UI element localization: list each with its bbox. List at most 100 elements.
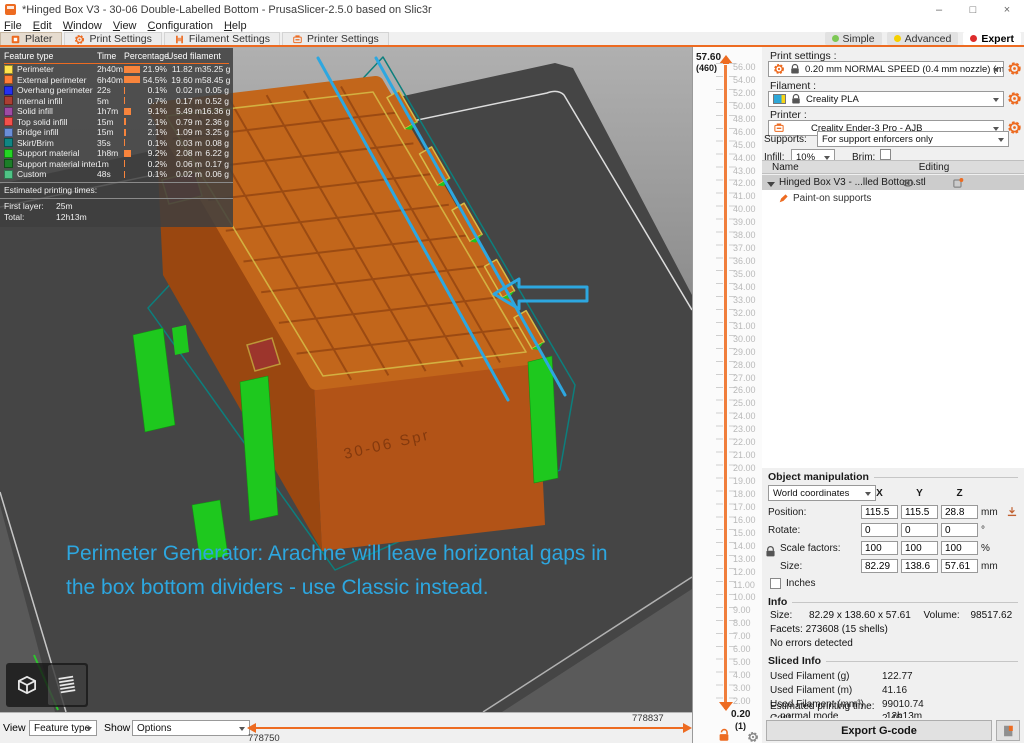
- tab-filament-settings[interactable]: Filament Settings: [164, 32, 280, 45]
- object-list-header: Name Editing: [762, 160, 1024, 174]
- export-sd-button[interactable]: [996, 720, 1020, 741]
- layer-slider-bottom-layer: (1): [735, 721, 746, 731]
- tab-print-settings[interactable]: Print Settings: [64, 32, 161, 45]
- position-y-input[interactable]: [901, 505, 938, 519]
- layer-tick: 12.00: [733, 566, 756, 579]
- move-slider-right-handle[interactable]: [683, 723, 692, 733]
- mode-button[interactable]: Expert: [963, 32, 1021, 45]
- close-button[interactable]: ×: [990, 0, 1024, 19]
- print-settings-combo[interactable]: 0.20 mm NORMAL SPEED (0.4 mm nozzle) (mo…: [768, 61, 1004, 77]
- rotate-z-input[interactable]: [941, 523, 978, 537]
- legend-header: Feature type Time Percentage Used filame…: [4, 51, 229, 64]
- percentage-bar: [124, 87, 125, 94]
- layer-tick: 48.00: [733, 113, 756, 126]
- menu-bar: File Edit Window View Configuration Help: [0, 19, 1024, 32]
- move-slider-track[interactable]: [255, 727, 683, 729]
- layer-tick: 42.00: [733, 177, 756, 190]
- filament-combo[interactable]: Creality PLA: [768, 91, 1004, 107]
- menu-item[interactable]: Help: [224, 20, 247, 32]
- dropdown-arrow-icon: [86, 727, 92, 731]
- layer-tick: 44.00: [733, 152, 756, 165]
- scale-x-input[interactable]: [861, 541, 898, 555]
- export-gcode-button[interactable]: Export G-code: [766, 720, 992, 741]
- layer-tick-labels: 56.0054.0052.0050.0048.0046.0045.0044.00…: [733, 61, 756, 708]
- rotate-x-input[interactable]: [861, 523, 898, 537]
- supports-combo[interactable]: For support enforcers only: [817, 131, 1009, 147]
- maximize-button[interactable]: □: [956, 0, 990, 19]
- show-combo[interactable]: Options: [132, 720, 250, 736]
- cube-icon: [14, 672, 40, 698]
- legend-row: Top solid infill 15m 2.1% 0.79 m 2.36 g: [4, 117, 229, 128]
- layer-tick: 29.00: [733, 346, 756, 359]
- layer-tick: 32.00: [733, 307, 756, 320]
- mode-dot-icon: [894, 35, 901, 42]
- object-list[interactable]: [762, 175, 1024, 468]
- object-subrow-supports[interactable]: Paint-on supports: [762, 191, 1024, 205]
- gear-icon: [773, 63, 785, 75]
- position-row: Position: mm: [768, 505, 1020, 519]
- layer-tick: 39.00: [733, 216, 756, 229]
- position-x-input[interactable]: [861, 505, 898, 519]
- size-row: Size: mm: [768, 559, 1020, 573]
- sliced-info-title: Sliced Info: [768, 655, 1018, 667]
- tab-printer-settings[interactable]: Printer Settings: [282, 32, 389, 45]
- view-label: View: [3, 722, 26, 734]
- mode-button[interactable]: Simple: [825, 32, 882, 45]
- size-y-input[interactable]: [901, 559, 938, 573]
- slider-settings-gear-icon[interactable]: [747, 731, 759, 743]
- menu-item[interactable]: View: [113, 20, 137, 32]
- inches-label: Inches: [786, 578, 815, 589]
- preview-view-button[interactable]: [48, 665, 86, 705]
- menu-item[interactable]: Edit: [33, 20, 52, 32]
- menu-item[interactable]: Configuration: [148, 20, 213, 32]
- scale-y-input[interactable]: [901, 541, 938, 555]
- legend-row: Custom 48s 0.1% 0.02 m 0.06 g: [4, 169, 229, 180]
- drop-to-bed-icon[interactable]: [1006, 506, 1018, 518]
- editor-view-button[interactable]: [8, 665, 46, 705]
- minimize-button[interactable]: –: [922, 0, 956, 19]
- layer-tick: 28.00: [733, 359, 756, 372]
- unlock-icon[interactable]: [717, 728, 731, 742]
- scale-z-input[interactable]: [941, 541, 978, 555]
- layer-tick: 11.00: [733, 579, 756, 592]
- filament-gear-button[interactable]: [1007, 91, 1022, 106]
- feature-color-swatch: [4, 117, 13, 126]
- layer-tick: 40.00: [733, 203, 756, 216]
- dropdown-arrow-icon: [865, 492, 871, 496]
- coordinates-combo[interactable]: World coordinates: [768, 485, 876, 501]
- legend-row: Perimeter 2h40m 21.9% 11.82 m 35.25 g: [4, 64, 229, 75]
- layer-tick: 22.00: [733, 436, 756, 449]
- menu-item[interactable]: Window: [63, 20, 102, 32]
- feature-color-swatch: [4, 86, 13, 95]
- menu-item[interactable]: File: [4, 20, 22, 32]
- inches-checkbox[interactable]: [770, 578, 781, 589]
- printer-gear-button[interactable]: [1007, 120, 1022, 135]
- view-mode-toggles: [6, 663, 88, 707]
- object-row[interactable]: Hinged Box V3 - ...lled Bottom.stl: [762, 175, 1024, 190]
- layer-tick: 54.00: [733, 74, 756, 87]
- feature-color-swatch: [4, 138, 13, 147]
- mode-button[interactable]: Advanced: [887, 32, 959, 45]
- editing-icon[interactable]: [952, 177, 964, 189]
- eye-icon[interactable]: [902, 177, 914, 189]
- info-size-row: Size: 82.29 x 138.60 x 57.61 Volume: 985…: [770, 610, 1012, 621]
- expander-arrow-icon[interactable]: [767, 182, 775, 187]
- size-x-input[interactable]: [861, 559, 898, 573]
- tab-plater[interactable]: Plater: [0, 32, 62, 45]
- title-bar[interactable]: *Hinged Box V3 - 30-06 Double-Labelled B…: [0, 0, 1024, 19]
- layer-tick: 17.00: [733, 501, 756, 514]
- 3d-viewport[interactable]: 30-06 Spr Feature type Time Percentage U…: [0, 47, 692, 712]
- total-time: Total: 12h13m: [4, 212, 229, 223]
- percentage-bar: [124, 108, 131, 115]
- percentage-bar: [124, 160, 125, 167]
- size-z-input[interactable]: [941, 559, 978, 573]
- print-settings-gear-button[interactable]: [1007, 61, 1022, 76]
- bottom-toolbar: View Feature type Show Options 778837 77…: [0, 712, 692, 743]
- layer-tick: 10.00: [733, 591, 756, 604]
- layer-tick: 52.00: [733, 87, 756, 100]
- brim-checkbox[interactable]: [880, 149, 891, 160]
- rotate-y-input[interactable]: [901, 523, 938, 537]
- view-combo[interactable]: Feature type: [29, 720, 97, 736]
- position-z-input[interactable]: [941, 505, 978, 519]
- layer-slider-track[interactable]: [724, 65, 727, 709]
